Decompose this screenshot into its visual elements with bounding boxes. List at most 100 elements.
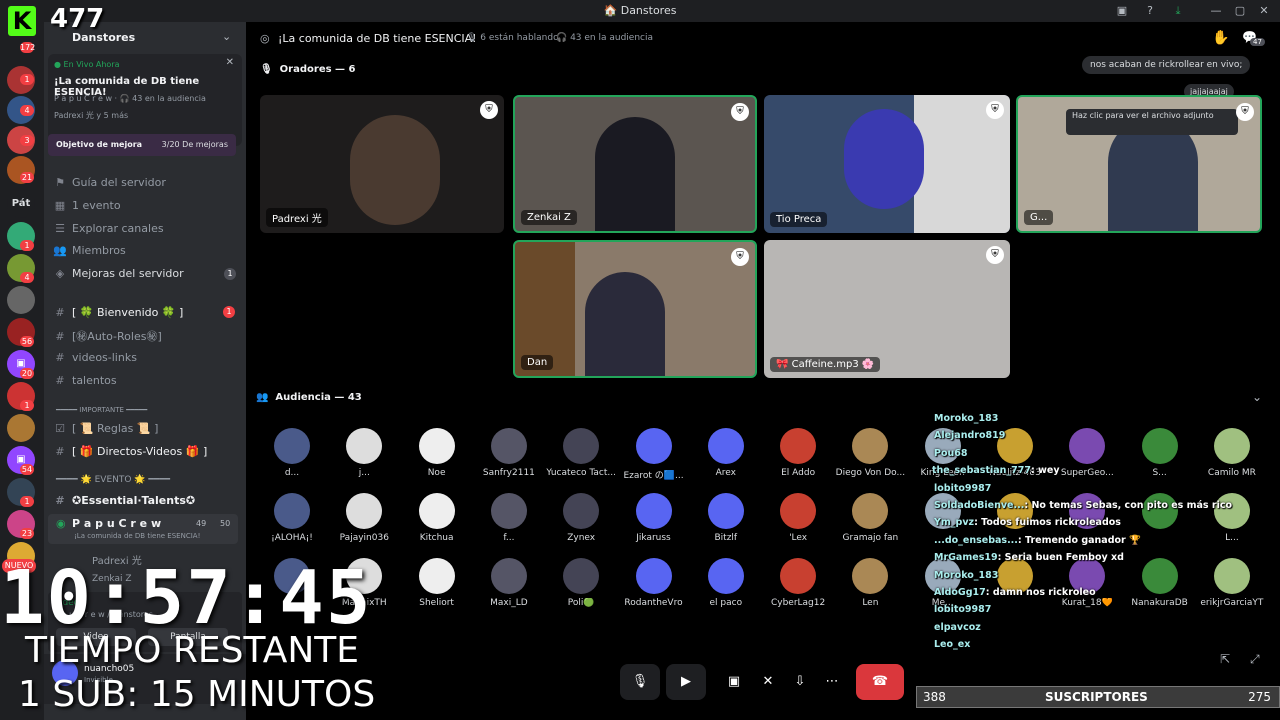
chat-message: lobito9987: [934, 483, 991, 494]
audience-member[interactable]: Ezarot の🟦...: [618, 428, 690, 481]
sidebar-item-events[interactable]: ▦ 1 evento: [52, 199, 242, 212]
audience-member[interactable]: Yucateco Tact...: [545, 428, 617, 478]
audience-member[interactable]: Arex: [690, 428, 762, 478]
badge: 1: [20, 496, 34, 507]
audience-member[interactable]: NanakuraDB: [1124, 558, 1196, 608]
download-icon[interactable]: ⤓: [1170, 3, 1186, 19]
audience-member[interactable]: erikjrGarciaYT: [1196, 558, 1268, 608]
audience-member[interactable]: j...: [328, 428, 400, 478]
more-icon[interactable]: ⋯: [818, 664, 846, 700]
sidebar-item-guide[interactable]: ⚑ Guía del servidor: [52, 176, 242, 189]
sidebar-item-boosts[interactable]: ◈ Mejoras del servidor: [52, 267, 242, 280]
close-button[interactable]: ✕: [1256, 3, 1272, 19]
audience-member[interactable]: el paco: [690, 558, 762, 608]
audience-member[interactable]: Kurat_18🧡: [1051, 558, 1123, 608]
avatar: [1141, 428, 1178, 464]
speaker-tile[interactable]: ⛨ 🎀 Caffeine.mp3 🌸: [764, 240, 1010, 378]
audience-member[interactable]: Diego Von Do...: [834, 428, 906, 478]
audience-member[interactable]: Poli🟢: [545, 558, 617, 608]
mute-icon[interactable]: ✕: [754, 664, 782, 700]
server-icon[interactable]: [7, 414, 35, 442]
audience-member[interactable]: Kitchua: [401, 493, 473, 543]
audience-member[interactable]: ¡ALOHA¡!: [256, 493, 328, 543]
chevron-down-icon[interactable]: ⌄: [222, 30, 231, 43]
audience-member[interactable]: Noe: [401, 428, 473, 478]
move-audience-icon[interactable]: ⇩: [786, 664, 814, 700]
chat-toast[interactable]: nos acaban de rickrollear en vivo;: [1082, 56, 1251, 74]
sub-right: 275: [1248, 690, 1271, 704]
audience-member[interactable]: d...: [256, 428, 328, 478]
chat-username: lobito9987: [934, 604, 992, 616]
inbox-icon[interactable]: ▣: [1114, 3, 1130, 19]
remaining-label: TIEMPO RESTANTE: [25, 630, 360, 671]
audience-member[interactable]: SuperGeo...: [1051, 428, 1123, 478]
speaker-tile[interactable]: ⛨ Padrexi 光: [260, 95, 504, 233]
fullscreen-icon[interactable]: ⤢: [1250, 652, 1260, 667]
chevron-down-icon[interactable]: ⌄: [1252, 390, 1262, 404]
screen-share-icon[interactable]: ▣: [720, 664, 748, 700]
raise-hand-icon[interactable]: ✋: [1212, 30, 1229, 46]
badge: 4: [20, 272, 34, 283]
camera-button[interactable]: ▶: [666, 664, 706, 700]
channel-essential-talents[interactable]: # ✪Essential·Talents✪: [52, 494, 242, 507]
window-title: 🏠 Danstores: [0, 4, 1280, 17]
channel-directos[interactable]: #[ 🎁 Directos-Videos 🎁 ]: [52, 445, 242, 458]
audience-member[interactable]: 'Lex: [762, 493, 834, 543]
channel-reglas[interactable]: ☑[ 📜 Reglas 📜 ]: [52, 422, 242, 435]
minimize-button[interactable]: —: [1208, 3, 1224, 19]
maximize-button[interactable]: ▢: [1232, 3, 1248, 19]
disconnect-button[interactable]: ☎: [856, 664, 904, 700]
avatar: [852, 493, 889, 529]
sidebar-item-members[interactable]: 👥 Miembros: [52, 244, 242, 257]
audience-member[interactable]: Bitzlf: [690, 493, 762, 543]
category-event[interactable]: ━━━━ 🌟 EVENTO 🌟 ━━━━: [56, 475, 170, 485]
audience-member[interactable]: Len: [834, 558, 906, 608]
live-now-card[interactable]: ● En Vivo Ahora ✕ ¡La comunida de DB tie…: [48, 54, 242, 146]
audience-member[interactable]: Pajayin036: [328, 493, 400, 543]
live-label: ● En Vivo Ahora: [54, 60, 120, 69]
speaker-tile[interactable]: Haz clic para ver el archivo adjunto ⛨ G…: [1016, 95, 1262, 233]
channel-videos-links[interactable]: # videos-links: [52, 351, 242, 364]
audience-member[interactable]: S...: [1124, 428, 1196, 478]
stage-channel[interactable]: ◉ P a p u C r e w 49 50 ¡La comunida de …: [48, 514, 238, 544]
audience-member[interactable]: RodantheVro: [618, 558, 690, 608]
audience-member[interactable]: Maxi_LD: [473, 558, 545, 608]
boost-goal[interactable]: Objetivo de mejora 3/20 De mejoras: [48, 134, 236, 156]
audience-member[interactable]: Camilo MR: [1196, 428, 1268, 478]
audience-member[interactable]: Zynex: [545, 493, 617, 543]
close-icon[interactable]: ✕: [226, 57, 234, 68]
viewer-count: 477: [50, 4, 105, 34]
stage-icon: ◎: [260, 32, 270, 45]
audience-member[interactable]: [1124, 493, 1196, 533]
checkbox-icon: ☑: [55, 422, 65, 435]
audience-member[interactable]: El Addo: [762, 428, 834, 478]
speaker-tile[interactable]: ⛨ Dan: [513, 240, 757, 378]
speaker-tile[interactable]: ⛨ Tio Preca: [764, 95, 1010, 233]
window-title-text: Danstores: [620, 4, 677, 17]
audience-member[interactable]: Gramajo fan: [834, 493, 906, 543]
popout-icon[interactable]: ⇱: [1220, 652, 1230, 666]
audience-member[interactable]: f...: [473, 493, 545, 543]
audience-member[interactable]: Me...: [907, 558, 979, 608]
audience-member[interactable]: Sheliort: [401, 558, 473, 608]
server-icon-pat[interactable]: Pát: [7, 190, 35, 218]
audience-member[interactable]: Jikaruss: [618, 493, 690, 543]
goal-label: Objetivo de mejora: [56, 140, 143, 149]
channel-talentos[interactable]: # talentos: [52, 374, 242, 387]
chat-message: the_sebastian_777: wey: [932, 465, 1060, 476]
audience-member[interactable]: Sanfry2111: [473, 428, 545, 478]
server-icon[interactable]: [7, 286, 35, 314]
chat-username: Alejandro819: [934, 430, 1006, 442]
mic-button[interactable]: 🎙: [620, 664, 660, 700]
channel-auto-roles[interactable]: # [㊙Auto-Roles㊙]: [52, 328, 242, 344]
help-icon[interactable]: ?: [1142, 3, 1158, 19]
avatar: [707, 558, 744, 594]
sidebar-item-browse[interactable]: ☰ Explorar canales: [52, 222, 242, 235]
speaker-tile[interactable]: ⛨ Zenkai Z: [513, 95, 757, 233]
badge: 56: [20, 336, 34, 347]
channel-bienvenido[interactable]: #[ 🍀 Bienvenido 🍀 ]: [52, 306, 242, 319]
attachment-tooltip[interactable]: Haz clic para ver el archivo adjunto: [1066, 109, 1238, 135]
avatar: [780, 493, 817, 529]
category-important[interactable]: ━━━━━ IMPORTANTE ━━━━━: [56, 406, 147, 414]
audience-member[interactable]: CyberLag12: [762, 558, 834, 608]
